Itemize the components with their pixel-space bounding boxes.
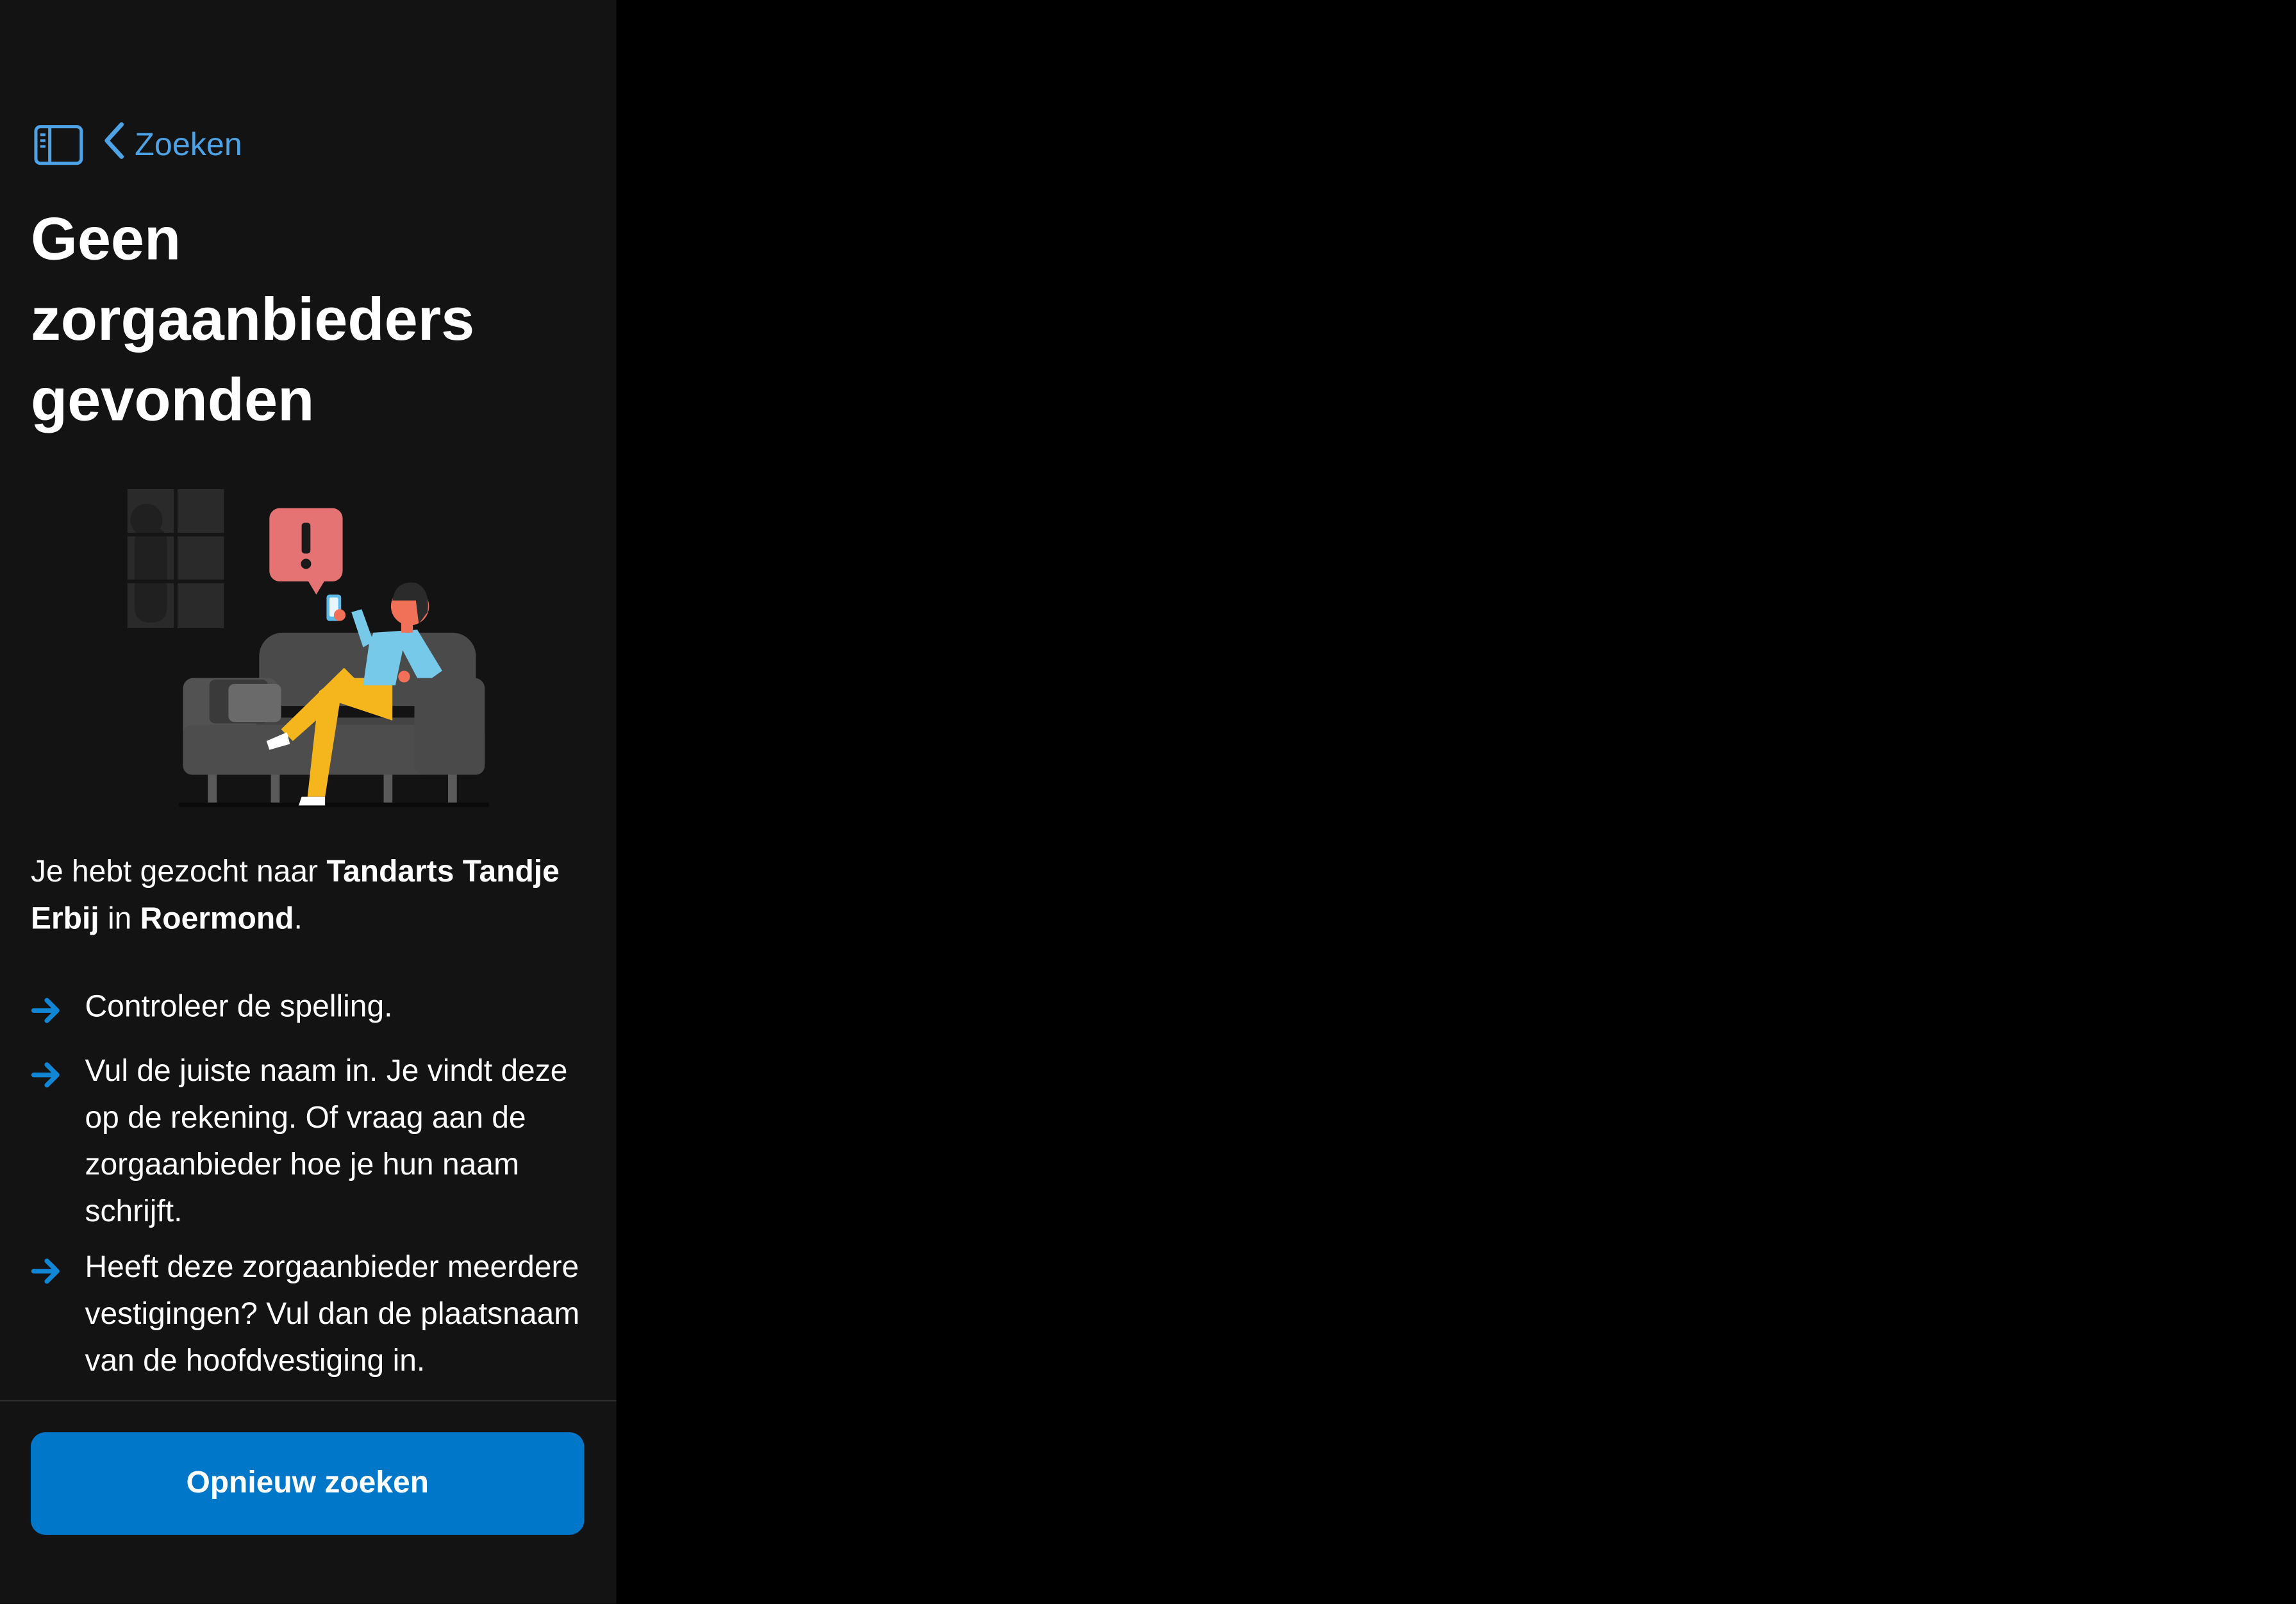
- summary-place: Roermond: [140, 902, 294, 936]
- empty-state-illustration: [117, 483, 498, 820]
- tip-text: Vul de juiste naam in. Je vindt deze op …: [85, 1054, 568, 1229]
- navigation-bar: Zoeken: [32, 117, 242, 173]
- search-summary: Je hebt gezocht naar Tandarts Tandje Erb…: [31, 849, 594, 943]
- summary-middle: in: [99, 902, 140, 936]
- tip-item: Vul de juiste naam in. Je vindt deze op …: [31, 1049, 587, 1236]
- page-title: Geen zorgaanbieders gevonden: [30, 205, 475, 434]
- sidebar-toggle-icon[interactable]: [32, 123, 85, 167]
- back-button-label: Zoeken: [135, 126, 242, 163]
- tip-text: Heeft deze zorgaanbieder meerdere vestig…: [85, 1250, 580, 1378]
- chevron-left-icon: [103, 120, 126, 170]
- exclamation-icon: [269, 508, 343, 595]
- summary-prefix: Je hebt gezocht naar: [30, 855, 327, 889]
- detail-panel: [616, 0, 2296, 1604]
- search-again-button[interactable]: Opnieuw zoeken: [30, 1432, 585, 1535]
- arrow-right-icon: [31, 984, 85, 1040]
- arrow-right-icon: [31, 1049, 85, 1105]
- tip-item: Heeft deze zorgaanbieder meerdere vestig…: [31, 1245, 587, 1385]
- sidebar-panel: Zoeken Geen zorgaanbieders gevonden Je h…: [0, 0, 617, 1604]
- app-window: Zoeken Geen zorgaanbieders gevonden Je h…: [0, 0, 2296, 1604]
- summary-suffix: .: [294, 902, 303, 936]
- back-button[interactable]: Zoeken: [103, 120, 242, 170]
- tips-list: Controleer de spelling. Vul de juiste na…: [31, 984, 587, 1394]
- arrow-right-icon: [31, 1245, 85, 1301]
- tip-item: Controleer de spelling.: [31, 984, 587, 1040]
- tip-text: Controleer de spelling.: [85, 990, 393, 1024]
